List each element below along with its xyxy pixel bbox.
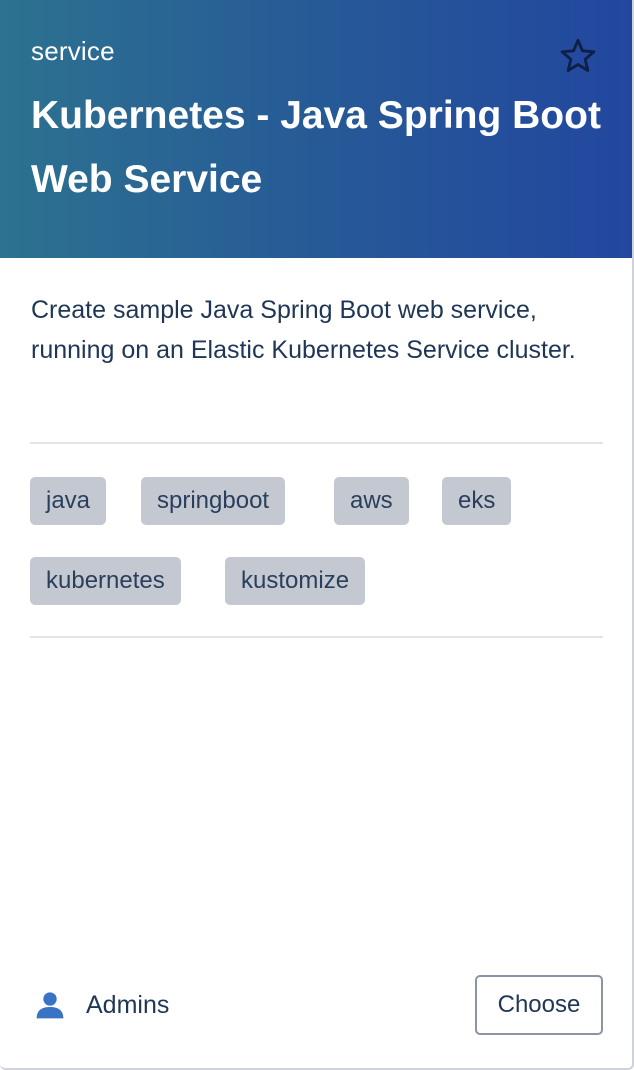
template-type-label: service xyxy=(31,36,115,66)
tag-chip[interactable]: springboot xyxy=(141,477,286,525)
tag-chip[interactable]: kubernetes xyxy=(30,557,181,605)
owner-info: Admins xyxy=(34,985,169,1025)
template-title: Kubernetes - Java Spring Boot Web Servic… xyxy=(31,94,601,201)
owner-label: Admins xyxy=(86,990,170,1019)
favorite-button[interactable] xyxy=(556,34,600,78)
template-description: Create sample Java Spring Boot web servi… xyxy=(31,296,576,364)
star-outline-icon xyxy=(560,38,596,72)
card-header: service Kubernetes - Java Spring Boot We… xyxy=(0,0,632,258)
choose-button[interactable]: Choose xyxy=(475,975,603,1035)
divider-bottom xyxy=(30,636,603,638)
template-card: service Kubernetes - Java Spring Boot We… xyxy=(0,0,634,1070)
tag-chip[interactable]: eks xyxy=(442,477,512,525)
divider-top xyxy=(30,442,603,444)
tag-chip[interactable]: java xyxy=(30,477,107,525)
user-icon xyxy=(36,992,64,1019)
tag-chip[interactable]: aws xyxy=(334,477,409,525)
tag-chip[interactable]: kustomize xyxy=(225,557,366,605)
